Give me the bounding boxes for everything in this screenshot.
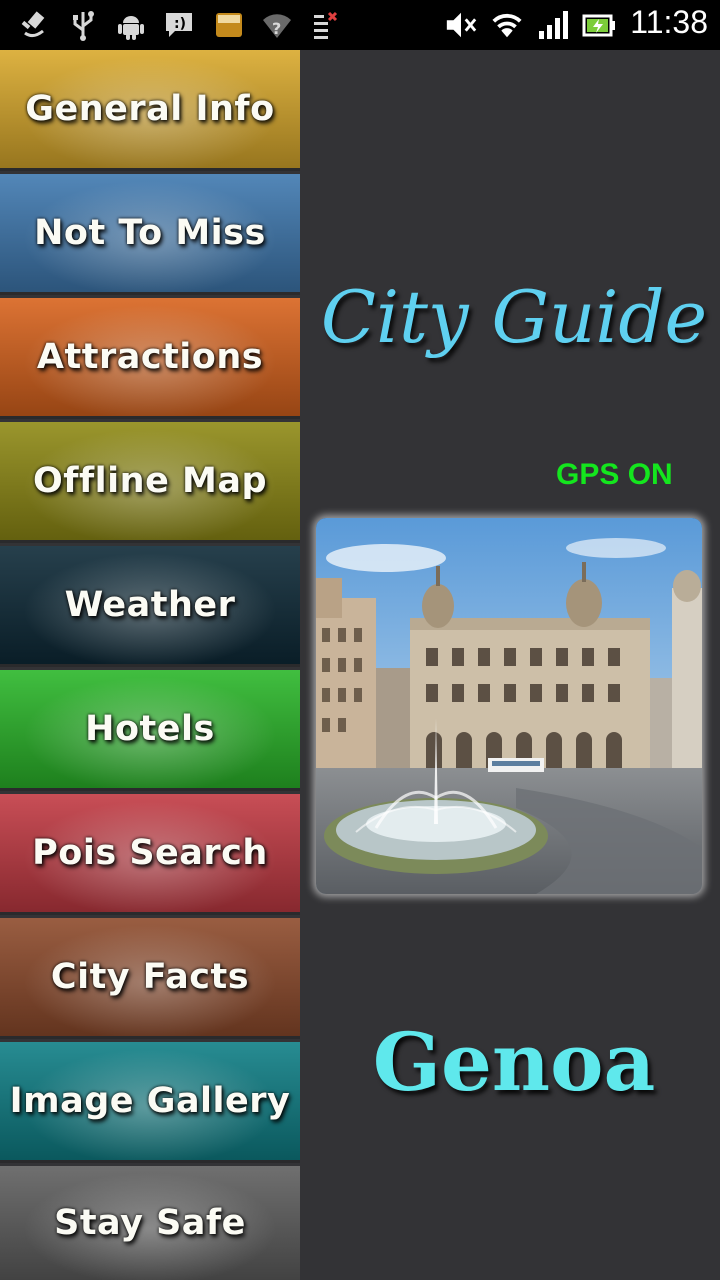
task-list-icon [308,8,342,42]
satellite-icon [18,8,52,42]
status-bar: :) ? 11:38 [0,0,720,50]
menu-item-label: Offline Map [32,461,268,501]
city-photo-illustration [316,518,702,894]
menu-item-stay-safe[interactable]: Stay Safe [0,1166,300,1280]
menu-item-label: Attractions [36,337,264,377]
gps-status: GPS ON [556,458,673,491]
svg-text:?: ? [272,19,281,38]
menu-item-label: Hotels [85,709,215,749]
amazon-apps-icon [212,8,246,42]
menu-item-image-gallery[interactable]: Image Gallery [0,1042,300,1163]
signal-icon [536,8,570,42]
mute-icon [444,8,478,42]
menu-item-label: Weather [64,585,236,625]
menu-item-label: City Facts [50,957,250,997]
menu-item-pois-search[interactable]: Pois Search [0,794,300,915]
wifi-question-icon: ? [260,8,294,42]
city-photo [316,518,702,894]
android-icon [114,8,148,42]
menu-item-hotels[interactable]: Hotels [0,670,300,791]
menu-item-label: Stay Safe [54,1203,246,1243]
usb-icon [66,8,100,42]
menu-item-attractions[interactable]: Attractions [0,298,300,419]
menu-item-label: Image Gallery [9,1081,291,1121]
menu-item-label: Pois Search [32,833,268,873]
message-icon: :) [162,8,196,42]
menu-item-city-facts[interactable]: City Facts [0,918,300,1039]
clock-time: 11:38 [630,4,708,40]
svg-text::): :) [174,16,186,32]
menu-item-weather[interactable]: Weather [0,546,300,667]
menu-item-general-info[interactable]: General Info [0,50,300,171]
app-title: City Guide [320,275,708,359]
menu-item-not-to-miss[interactable]: Not To Miss [0,174,300,295]
menu-item-offline-map[interactable]: Offline Map [0,422,300,543]
menu-item-label: Not To Miss [34,213,266,253]
battery-charging-icon [582,8,616,42]
city-name: Genoa [372,1015,656,1109]
wifi-icon [490,8,524,42]
main-menu: General Info Not To Miss Attractions Off… [0,50,300,1280]
menu-item-label: General Info [25,89,275,129]
